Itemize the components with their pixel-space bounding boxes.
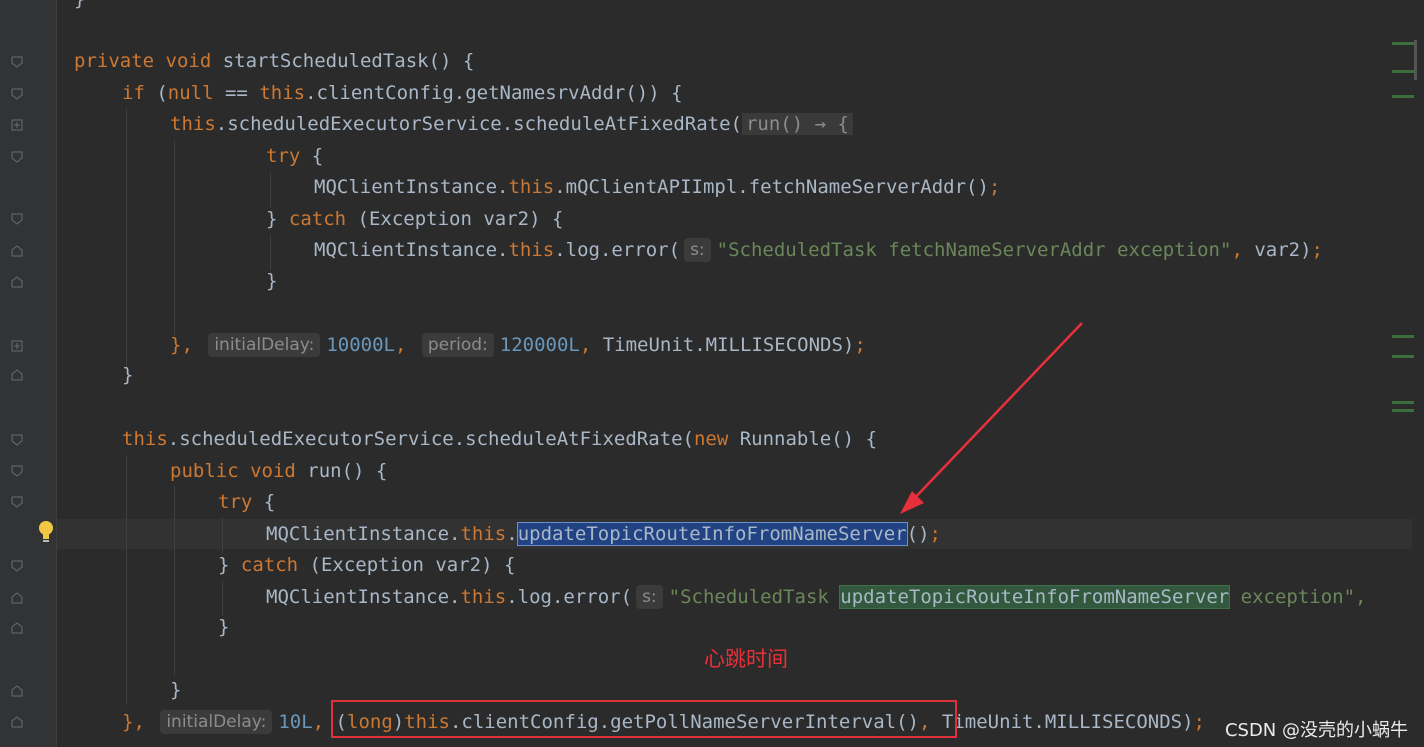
annotation-label: 心跳时间 — [704, 647, 788, 671]
annotation-highlight-box — [331, 700, 957, 738]
annotation-arrow — [900, 322, 1083, 514]
watermark: CSDN @没壳的小蜗牛 — [1224, 720, 1408, 741]
